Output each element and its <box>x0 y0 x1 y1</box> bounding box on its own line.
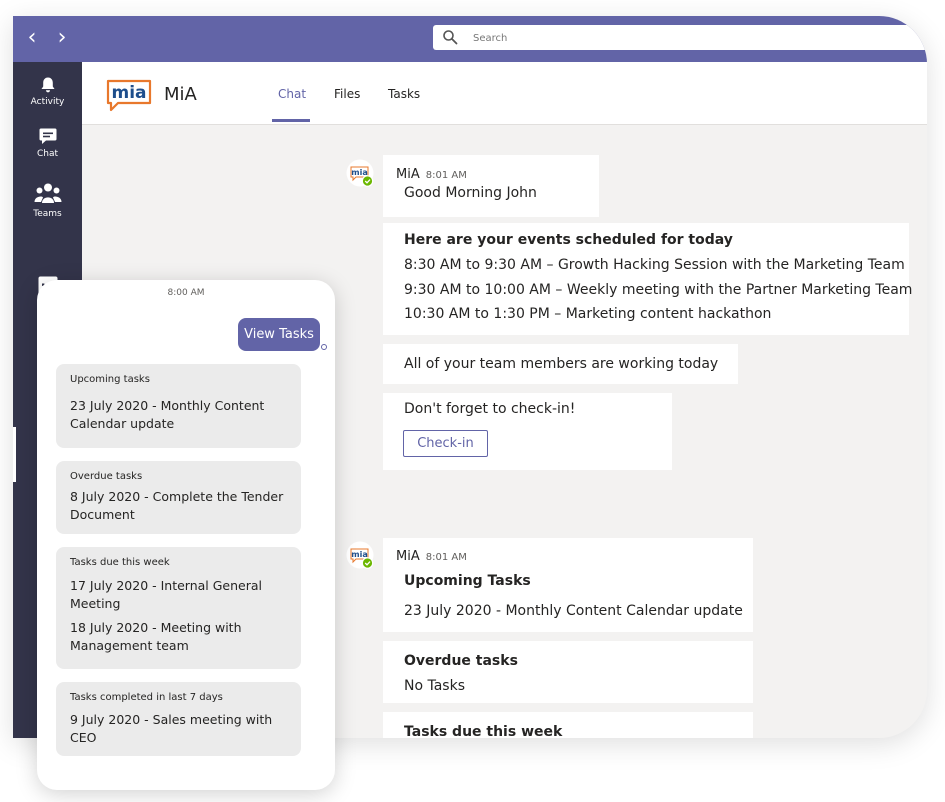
overdue-title: Overdue tasks <box>404 653 518 669</box>
event-item: 8:30 AM to 9:30 AM – Growth Hacking Sess… <box>404 257 905 273</box>
mia-logo: mia <box>106 79 152 112</box>
mobile-chat-panel: 8:00 AM View Tasks Upcoming tasks 23 Jul… <box>37 280 335 790</box>
rail-label-chat: Chat <box>36 149 59 159</box>
events-card: Here are your events scheduled for today… <box>383 223 913 335</box>
task-card-overdue: Overdue tasks 8 July 2020 - Complete the… <box>56 461 301 534</box>
tab-tasks[interactable]: Tasks <box>388 87 420 101</box>
rail-item-activity[interactable]: Activity <box>13 76 82 107</box>
upcoming-tasks-card: MiA 8:01 AM Upcoming Tasks 23 July 2020 -… <box>383 538 753 632</box>
mobile-timestamp: 8:00 AM <box>167 288 205 298</box>
task-card-due-this-week: Tasks due this week 17 July 2020 - Inter… <box>56 547 301 669</box>
event-item: 10:30 AM to 1:30 PM – Marketing content … <box>404 306 772 322</box>
tab-chat[interactable]: Chat <box>278 87 306 101</box>
app-title: MiA <box>164 84 197 105</box>
chat-icon <box>39 128 56 144</box>
search-input[interactable] <box>471 28 915 49</box>
task-card-item: 17 July 2020 - Internal General Meeting <box>70 578 263 611</box>
task-card-item: 18 July 2020 - Meeting with Management t… <box>70 620 242 653</box>
message-time: 8:01 AM <box>425 552 467 563</box>
bot-avatar: mia <box>346 541 374 569</box>
task-card-heading: Upcoming tasks <box>70 374 150 385</box>
message-greeting: MiA 8:01 AM Good Morning John <box>383 155 599 217</box>
view-tasks-button[interactable]: View Tasks <box>238 318 320 351</box>
reminder-text: Don't forget to check-in! <box>404 401 576 417</box>
presence-available-icon <box>361 175 374 187</box>
event-item: 9:30 AM to 10:00 AM – Weekly meeting wit… <box>404 282 913 298</box>
task-card-completed: Tasks completed in last 7 days 9 July 20… <box>56 682 301 756</box>
message-meta: MiA 8:01 AM <box>396 163 467 182</box>
team-status-text: All of your team members are working tod… <box>404 356 719 372</box>
search-icon <box>443 30 458 45</box>
task-card-item: 23 July 2020 - Monthly Content Calendar … <box>70 398 265 431</box>
message-time: 8:01 AM <box>425 170 467 181</box>
rail-label-activity: Activity <box>30 97 65 107</box>
upcoming-item: 23 July 2020 - Monthly Content Calendar … <box>404 603 743 619</box>
app-header: mia MiA Chat Files Tasks <box>82 62 927 125</box>
message-meta: MiA 8:01 AM <box>396 545 467 564</box>
overdue-tasks-card: Overdue tasks No Tasks <box>383 641 753 703</box>
task-card-heading: Tasks due this week <box>70 557 170 568</box>
sent-status-icon <box>321 344 327 350</box>
task-card-heading: Overdue tasks <box>70 471 143 482</box>
rail-item-teams[interactable]: Teams <box>13 182 82 219</box>
rail-label-teams: Teams <box>33 209 62 219</box>
tab-active-underline <box>272 119 310 122</box>
check-in-button[interactable]: Check-in <box>403 430 488 457</box>
task-card-upcoming: Upcoming tasks 23 July 2020 - Monthly Co… <box>56 364 301 448</box>
upcoming-title: Upcoming Tasks <box>404 573 531 589</box>
title-bar: ‹ › <box>13 16 927 62</box>
task-card-item: 8 July 2020 - Complete the Tender Docume… <box>70 489 284 522</box>
greeting-text: Good Morning John <box>404 185 537 201</box>
sender-name: MiA <box>396 167 420 182</box>
presence-available-icon <box>361 557 374 569</box>
task-card-heading: Tasks completed in last 7 days <box>70 692 223 703</box>
bell-icon <box>41 77 54 93</box>
back-button[interactable]: ‹ <box>20 25 44 51</box>
due-tasks-card: Tasks due this week <box>383 712 753 738</box>
due-title: Tasks due this week <box>404 724 563 738</box>
bot-avatar: mia <box>346 159 374 187</box>
team-status-card: All of your team members are working tod… <box>383 344 738 384</box>
overdue-item: No Tasks <box>404 678 465 694</box>
forward-button[interactable]: › <box>50 25 74 51</box>
logo-text: mia <box>111 83 146 103</box>
rail-active-indicator <box>13 427 16 482</box>
task-card-item: 9 July 2020 - Sales meeting with CEO <box>70 712 273 745</box>
search-box[interactable] <box>433 25 927 50</box>
tab-files[interactable]: Files <box>334 87 360 101</box>
sender-name: MiA <box>396 549 420 564</box>
rail-item-chat[interactable]: Chat <box>13 126 82 159</box>
events-title: Here are your events scheduled for today <box>404 232 733 248</box>
checkin-card: Don't forget to check-in! Check-in <box>383 393 672 470</box>
teams-icon <box>34 183 61 203</box>
